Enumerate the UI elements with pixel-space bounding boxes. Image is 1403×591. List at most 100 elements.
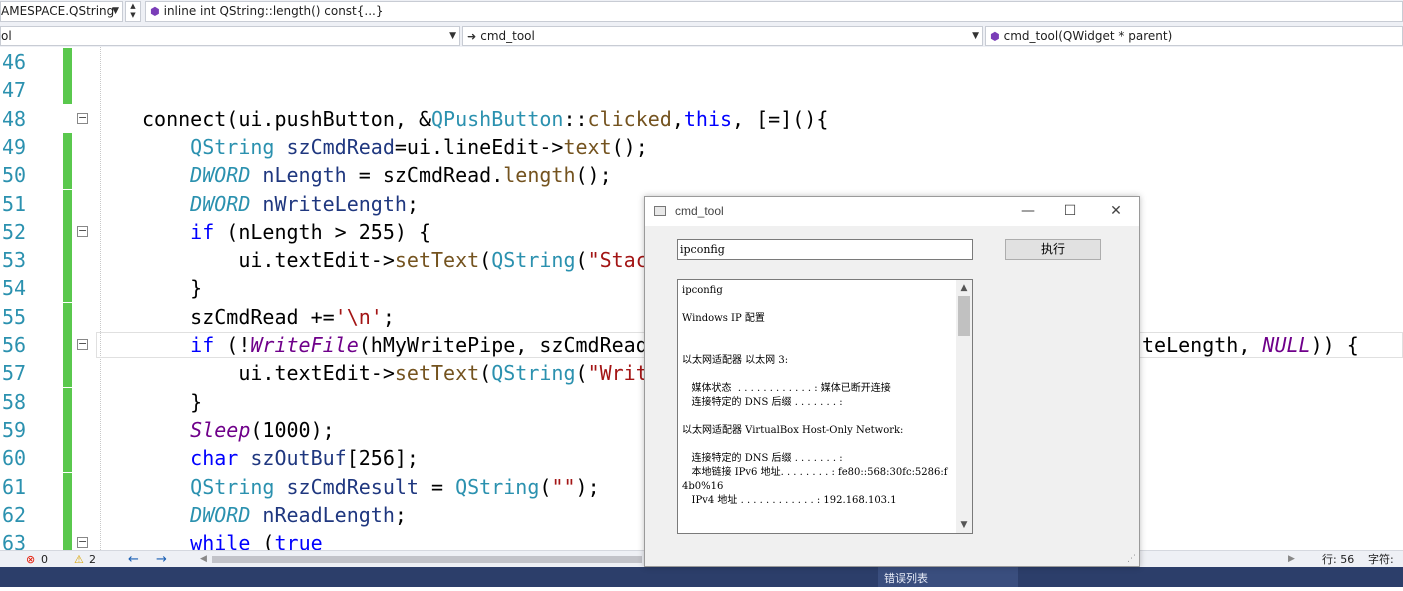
line-number: 53 — [2, 248, 27, 273]
scroll-right-icon[interactable]: ▶ — [1288, 551, 1295, 568]
scrollbar-thumb[interactable] — [958, 296, 970, 336]
line-number: 57 — [2, 361, 27, 386]
maximize-icon[interactable]: ☐ — [1053, 201, 1087, 221]
change-marker — [63, 415, 72, 444]
forward-arrow-icon[interactable]: → — [156, 551, 167, 568]
change-marker — [63, 246, 72, 275]
line-number: 54 — [2, 276, 27, 301]
code-line[interactable]: 48 − connect(ui.pushButton, &QPushButton::… — [0, 105, 1403, 133]
window-titlebar[interactable]: cmd_tool — ☐ ✕ — [645, 197, 1139, 226]
line-number: 49 — [2, 134, 27, 159]
line-number: 56 — [2, 333, 27, 357]
collapse-icon[interactable]: − — [77, 536, 88, 549]
line-number: 59 — [2, 417, 27, 442]
member-dropdown[interactable]: ⬢ inline int QString::length() const{...} — [145, 1, 1403, 22]
minimize-icon[interactable]: — — [1011, 201, 1045, 221]
output-textedit[interactable]: ipconfig Windows IP 配置 以太网适配器 以太网 3: 媒体状… — [677, 279, 973, 534]
horizontal-scrollbar[interactable] — [212, 556, 642, 563]
collapse-icon[interactable]: − — [77, 112, 88, 124]
line-number: 52 — [2, 219, 27, 244]
code-line[interactable]: 47 — [0, 76, 1403, 105]
change-marker — [63, 48, 72, 76]
line-number: 47 — [2, 78, 27, 103]
line-number: 63 — [2, 531, 27, 550]
line-number: 55 — [2, 304, 27, 329]
code-text: connect(ui.pushButton, &QPushButton::cli… — [142, 106, 829, 131]
warning-count: 2 — [89, 553, 96, 566]
error-icon[interactable]: ⊗ — [26, 551, 35, 568]
collapse-icon[interactable]: − — [77, 338, 88, 350]
code-text: DWORD nLength = szCmdRead.length(); — [190, 163, 612, 188]
function-dropdown[interactable]: ⬢ cmd_tool(QWidget * parent) — [985, 26, 1403, 46]
change-marker — [63, 76, 72, 105]
code-text: while (true — [190, 531, 323, 550]
change-marker — [63, 472, 72, 501]
window-icon — [654, 206, 666, 216]
close-icon[interactable]: ✕ — [1099, 201, 1133, 221]
vertical-scrollbar[interactable]: ▲ ▼ — [956, 280, 972, 533]
window-title: cmd_tool — [675, 204, 724, 218]
scroll-down-icon[interactable]: ▼ — [956, 517, 972, 533]
scroll-left-icon[interactable]: ◀ — [200, 551, 207, 568]
scope-dropdown[interactable]: AMESPACE.QString ▼ — [0, 1, 123, 22]
change-marker — [63, 302, 72, 331]
method-icon: ⬢ — [150, 5, 160, 18]
line-number: 58 — [2, 389, 27, 414]
error-list-tab[interactable]: 错误列表 — [878, 567, 1018, 587]
execute-button[interactable]: 执行 — [1005, 239, 1101, 260]
method-icon: ⬢ — [990, 30, 1000, 43]
code-line[interactable]: 49 QString szCmdRead=ui.lineEdit->text()… — [0, 132, 1403, 161]
code-text: DWORD nReadLength; — [190, 502, 407, 527]
back-arrow-icon[interactable]: ← — [128, 551, 139, 568]
warning-icon[interactable]: ⚠ — [74, 551, 84, 568]
change-marker — [63, 274, 72, 303]
line-number: 48 — [2, 106, 27, 131]
bottom-panel-bar — [0, 567, 1403, 587]
code-text: char szOutBuf[256]; — [190, 446, 419, 471]
change-marker — [63, 331, 72, 359]
code-text: DWORD nWriteLength; — [190, 191, 419, 216]
error-count: 0 — [41, 553, 48, 566]
code-text: ui.textEdit->setText(QString("Stack — [142, 248, 660, 273]
code-text: szCmdRead +='\n'; — [142, 304, 395, 329]
code-line[interactable]: 50 DWORD nLength = szCmdRead.length(); — [0, 161, 1403, 190]
scope-label: AMESPACE.QString — [1, 4, 115, 18]
change-marker — [63, 529, 72, 550]
cmd-tool-window: cmd_tool — ☐ ✕ ipconfig 执行 ipconfig Wind… — [644, 196, 1140, 567]
class-label: cmd_tool — [480, 29, 535, 43]
project-dropdown[interactable]: ol ▼ — [0, 26, 460, 46]
resize-grip-icon[interactable]: ⋰ — [1127, 554, 1136, 564]
change-marker — [63, 217, 72, 246]
class-dropdown[interactable]: ➜ cmd_tool ▼ — [462, 26, 983, 46]
navigation-bar-2: ol ▼ ➜ cmd_tool ▼ ⬢ cmd_tool(QWidget * par… — [0, 25, 1403, 48]
line-number: 62 — [2, 502, 27, 527]
scope-spinner[interactable]: ▲ ▼ — [125, 1, 141, 22]
code-line[interactable]: 46 — [0, 48, 1403, 76]
project-label: ol — [1, 29, 12, 43]
chevron-down-icon: ▼ — [112, 6, 119, 16]
navigation-bar: AMESPACE.QString ▼ ▲ ▼ ⬢ inline int QStrin… — [0, 0, 1403, 26]
collapse-icon[interactable]: − — [77, 225, 88, 237]
code-text: Sleep(1000); — [190, 417, 335, 442]
function-label: cmd_tool(QWidget * parent) — [1003, 29, 1173, 43]
scroll-up-icon[interactable]: ▲ — [956, 280, 972, 296]
arrow-right-icon: ➜ — [467, 30, 477, 43]
command-input[interactable]: ipconfig — [677, 239, 973, 260]
line-number: 61 — [2, 474, 27, 499]
change-marker — [63, 500, 72, 529]
member-label: inline int QString::length() const{...} — [163, 4, 384, 18]
chevron-down-icon: ▼ — [449, 31, 456, 41]
code-text: } — [142, 389, 203, 414]
code-text: if (nLength > 255) { — [190, 219, 432, 244]
change-marker — [63, 161, 72, 190]
change-marker — [63, 189, 72, 218]
output-text: ipconfig Windows IP 配置 以太网适配器 以太网 3: 媒体状… — [682, 285, 948, 506]
change-marker — [63, 132, 72, 161]
line-number: 51 — [2, 191, 27, 216]
code-text-tail: teLength, NULL)) { — [1142, 333, 1359, 357]
code-text: } — [142, 276, 203, 301]
code-text: QString szCmdResult = QString(""); — [190, 474, 600, 499]
change-marker — [63, 359, 72, 388]
line-number: 60 — [2, 446, 27, 471]
line-number: 50 — [2, 163, 27, 188]
